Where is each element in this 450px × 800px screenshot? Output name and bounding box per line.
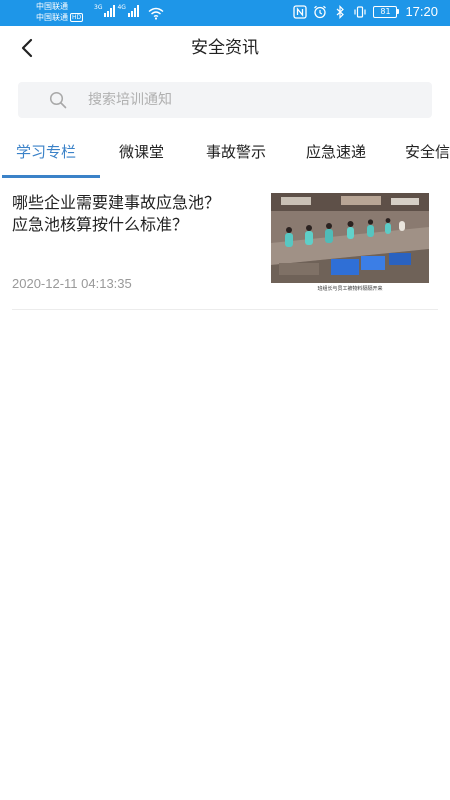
wifi-icon [148, 5, 164, 24]
tab-study-column[interactable]: 学习专栏 [16, 130, 76, 176]
network-type-primary: 3G [94, 4, 103, 11]
alarm-icon [314, 5, 327, 18]
tab-emergency-express[interactable]: 应急速递 [306, 130, 366, 176]
app-header: 安全资讯 [0, 26, 450, 70]
search-box[interactable] [18, 82, 432, 118]
article-thumbnail: 班组长与员工被物料隔隔开来 [271, 193, 429, 297]
network-type-secondary: 4G [117, 4, 126, 11]
factory-photo-image [271, 193, 429, 283]
article-date: 2020-12-11 04:13:35 [12, 276, 132, 291]
tab-safety-info[interactable]: 安全信 [405, 130, 450, 176]
tab-accident-warning[interactable]: 事故警示 [206, 130, 266, 176]
category-tabs: 学习专栏 微课堂 事故警示 应急速递 安全信 [0, 130, 450, 176]
hd-badge: HD [70, 13, 84, 22]
list-item[interactable]: 哪些企业需要建事故应急池？应急池核算按什么标准？ 2020-12-11 04:1… [0, 178, 450, 310]
signal-icon-secondary [127, 5, 139, 17]
nfc-icon [293, 4, 308, 19]
signal-icon [104, 5, 116, 17]
carrier-name-secondary: 中国联通 HD [36, 13, 84, 23]
vibrate-icon [354, 5, 367, 18]
search-icon [49, 91, 67, 109]
page-title: 安全资讯 [191, 38, 259, 58]
search-input[interactable] [88, 82, 418, 118]
list-divider [12, 309, 438, 310]
status-time: 17:20 [405, 4, 438, 19]
status-right-group: 81 17:20 [293, 4, 438, 19]
carrier-name-primary: 中国联通 [36, 2, 68, 11]
bluetooth-icon [337, 4, 345, 19]
status-bar: 中国联通 中国联通 HD 3G 4G 81 17:20 [0, 0, 450, 26]
article-title: 哪些企业需要建事故应急池？应急池核算按什么标准？ [12, 193, 221, 234]
thumbnail-caption: 班组长与员工被物料隔隔开来 [317, 286, 383, 292]
tab-micro-class[interactable]: 微课堂 [119, 130, 164, 176]
carrier-name-secondary-label: 中国联通 [36, 13, 68, 22]
battery-level: 81 [373, 5, 398, 18]
battery-icon: 81 [373, 5, 400, 18]
signal-group: 3G 4G [94, 5, 139, 17]
